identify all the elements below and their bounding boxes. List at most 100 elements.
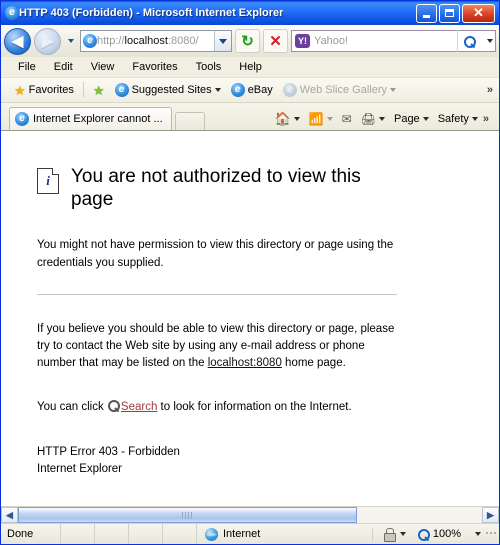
zoom-level-label: 100% xyxy=(432,528,461,540)
feeds-button[interactable]: 📶 xyxy=(305,111,337,127)
home-page-link[interactable]: localhost:8080 xyxy=(208,357,282,369)
address-text: http://localhost:8080/ xyxy=(97,35,199,47)
zoom-control[interactable]: 100% xyxy=(410,528,485,541)
scrollbar-track[interactable] xyxy=(18,507,482,523)
page-menu-button[interactable]: Page xyxy=(390,111,433,127)
scroll-right-button[interactable]: ▶ xyxy=(482,507,499,523)
window-title: HTTP 403 (Forbidden) - Microsoft Interne… xyxy=(19,7,284,19)
horizontal-scrollbar[interactable]: ◀ ▶ xyxy=(1,506,499,523)
lock-icon xyxy=(381,527,396,542)
resize-grip[interactable] xyxy=(485,531,499,537)
scrollbar-thumb[interactable] xyxy=(18,507,357,523)
search-text-before: You can click xyxy=(37,400,107,413)
menu-item-view[interactable]: View xyxy=(82,60,124,75)
globe-icon xyxy=(205,527,218,541)
search-text-after: to look for information on the Internet. xyxy=(157,400,352,413)
close-icon: ✕ xyxy=(269,32,282,50)
menu-item-file[interactable]: File xyxy=(9,60,45,75)
forward-button[interactable]: ▶ xyxy=(34,27,61,55)
minimize-button[interactable] xyxy=(416,3,437,23)
status-slot xyxy=(95,524,129,544)
chevron-down-icon xyxy=(219,38,227,44)
status-slot xyxy=(163,524,197,544)
error-heading-row: i You are not authorized to view this pa… xyxy=(37,165,397,211)
command-bar-overflow-button[interactable]: » xyxy=(483,113,495,125)
menu-bar: File Edit View Favorites Tools Help xyxy=(1,57,499,77)
divider xyxy=(37,293,397,295)
back-arrow-icon: ◀ xyxy=(11,32,24,50)
print-button[interactable]: 🖨 xyxy=(357,111,389,127)
close-button[interactable]: ✕ xyxy=(462,3,495,23)
recent-pages-button[interactable] xyxy=(64,39,77,43)
favorites-item-label: Suggested Sites xyxy=(131,84,212,96)
status-slot xyxy=(129,524,163,544)
home-button[interactable]: 🏠 xyxy=(271,110,304,127)
search-link[interactable]: Search xyxy=(121,401,157,413)
status-bar: Done Internet 100% xyxy=(1,523,499,544)
security-zone-label: Internet xyxy=(223,528,261,540)
chevron-down-icon xyxy=(214,88,221,92)
address-bar[interactable]: e http://localhost:8080/ xyxy=(80,30,232,52)
chevron-down-icon xyxy=(67,39,74,43)
menu-item-favorites[interactable]: Favorites xyxy=(123,60,186,75)
status-text: Done xyxy=(1,524,61,544)
favorites-item-web-slice-gallery[interactable]: e Web Slice Gallery xyxy=(278,82,401,98)
grip-icon xyxy=(182,511,193,519)
search-icon xyxy=(107,399,120,412)
chevron-down-icon xyxy=(389,88,396,92)
command-bar: 🏠 📶 ✉ 🖨 Page Safety » xyxy=(271,110,499,130)
information-document-icon: i xyxy=(37,168,59,194)
browser-chrome: ◀ ▶ e http://localhost:8080/ ↻ ✕ Y! Yaho… xyxy=(1,25,499,130)
protected-mode-indicator[interactable] xyxy=(373,527,410,542)
add-to-favorites-bar-button[interactable]: ★ xyxy=(88,83,110,98)
favorites-bar: ★ Favorites ★ e Suggested Sites e eBay e… xyxy=(1,77,499,103)
star-icon: ★ xyxy=(14,82,26,98)
back-button[interactable]: ◀ xyxy=(4,27,31,55)
favorites-item-ebay[interactable]: e eBay xyxy=(226,82,278,98)
search-submit-button[interactable] xyxy=(457,30,480,52)
status-slot xyxy=(61,524,95,544)
stop-button[interactable]: ✕ xyxy=(263,29,288,53)
internet-explorer-logo-icon: e xyxy=(5,6,19,20)
chevron-down-icon xyxy=(475,532,481,536)
menu-item-edit[interactable]: Edit xyxy=(45,60,82,75)
address-dropdown-button[interactable] xyxy=(214,31,231,51)
internet-explorer-icon: e xyxy=(114,83,129,97)
chevron-down-icon xyxy=(399,532,406,536)
add-star-icon: ★ xyxy=(92,82,105,98)
read-mail-button[interactable]: ✉ xyxy=(338,111,356,127)
error-code-block: HTTP Error 403 - Forbidden Internet Expl… xyxy=(37,444,499,479)
title-bar: e HTTP 403 (Forbidden) - Microsoft Inter… xyxy=(1,1,499,25)
tab-active[interactable]: e Internet Explorer cannot ... xyxy=(9,107,172,130)
window-controls: ✕ xyxy=(416,3,497,23)
navigation-toolbar: ◀ ▶ e http://localhost:8080/ ↻ ✕ Y! Yaho… xyxy=(1,25,499,57)
safety-menu-button[interactable]: Safety xyxy=(434,111,482,127)
permission-paragraph: You might not have permission to view th… xyxy=(37,239,394,269)
contact-paragraph: If you believe you should be able to vie… xyxy=(37,321,395,373)
printer-icon: 🖨 xyxy=(360,111,376,126)
search-box[interactable]: Y! Yahoo! xyxy=(291,30,496,52)
divider xyxy=(82,82,84,98)
status-right-group: 100% xyxy=(373,524,499,544)
chevron-down-icon xyxy=(378,116,385,121)
maximize-button[interactable] xyxy=(439,3,460,23)
internet-explorer-icon: e xyxy=(282,83,297,97)
menu-item-tools[interactable]: Tools xyxy=(187,60,231,75)
new-tab-button[interactable] xyxy=(174,112,205,130)
tab-favicon-icon: e xyxy=(15,112,29,126)
menu-item-help[interactable]: Help xyxy=(230,60,271,75)
favorites-overflow-button[interactable]: » xyxy=(487,84,499,96)
search-input[interactable]: Yahoo! xyxy=(314,35,348,47)
search-icon xyxy=(463,35,476,48)
favorites-item-suggested-sites[interactable]: e Suggested Sites xyxy=(110,82,226,98)
favorites-item-label: eBay xyxy=(247,84,273,96)
rss-icon: 📶 xyxy=(308,111,324,126)
scroll-left-button[interactable]: ◀ xyxy=(1,507,18,523)
security-zone-indicator[interactable]: Internet xyxy=(197,527,373,541)
contact-text-after: home page. xyxy=(281,357,346,370)
refresh-icon: ↻ xyxy=(241,32,254,50)
search-provider-dropdown[interactable] xyxy=(484,39,495,43)
refresh-button[interactable]: ↻ xyxy=(235,29,260,53)
favorites-center-button[interactable]: ★ Favorites xyxy=(9,83,79,98)
search-paragraph: You can click Search to look for informa… xyxy=(37,399,395,416)
